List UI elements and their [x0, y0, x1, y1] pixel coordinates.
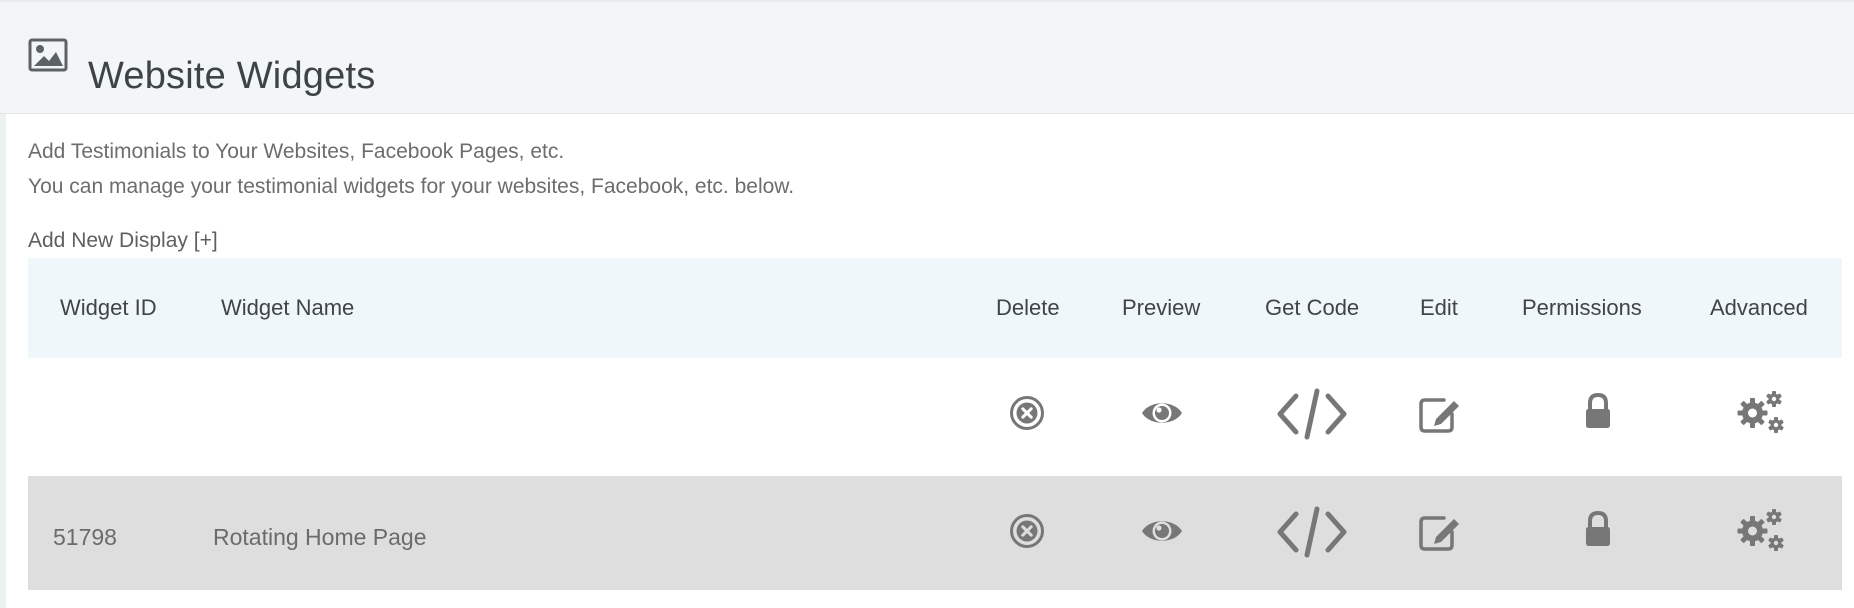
column-header-widget-id: Widget ID — [60, 295, 157, 320]
edit-icon[interactable] — [1418, 512, 1462, 552]
code-icon[interactable] — [1276, 388, 1348, 440]
gears-icon[interactable] — [1736, 508, 1786, 552]
lock-icon[interactable] — [1584, 392, 1612, 430]
lock-icon[interactable] — [1584, 510, 1612, 548]
page-title: Website Widgets — [88, 55, 376, 98]
column-header-delete: Delete — [996, 295, 1060, 320]
table-row: 51798 Rotating Home Page — [28, 476, 1842, 590]
column-header-widget-name: Widget Name — [221, 295, 355, 320]
code-icon[interactable] — [1276, 506, 1348, 558]
column-header-permissions: Permissions — [1522, 295, 1642, 320]
table-header: Widget ID Widget Name Delete Preview Get… — [28, 258, 1842, 358]
delete-icon[interactable] — [1008, 394, 1046, 432]
delete-icon[interactable] — [1008, 512, 1046, 550]
intro-description: You can manage your testimonial widgets … — [28, 175, 795, 198]
eye-icon[interactable] — [1140, 516, 1184, 546]
table-row — [28, 358, 1842, 472]
widget-name-cell: Rotating Home Page — [213, 524, 427, 550]
column-header-edit: Edit — [1420, 295, 1458, 320]
eye-icon[interactable] — [1140, 398, 1184, 428]
page-header: Website Widgets — [0, 0, 1854, 114]
edit-icon[interactable] — [1418, 394, 1462, 434]
column-header-get-code: Get Code — [1265, 295, 1360, 320]
column-header-advanced: Advanced — [1710, 295, 1808, 320]
intro-text: Add Testimonials to Your Websites, Faceb… — [28, 140, 565, 163]
column-header-preview: Preview — [1122, 295, 1201, 320]
image-icon — [28, 38, 68, 72]
widget-id-cell: 51798 — [53, 524, 117, 550]
add-new-display-link[interactable]: Add New Display [+] — [28, 229, 218, 253]
gears-icon[interactable] — [1736, 390, 1786, 434]
